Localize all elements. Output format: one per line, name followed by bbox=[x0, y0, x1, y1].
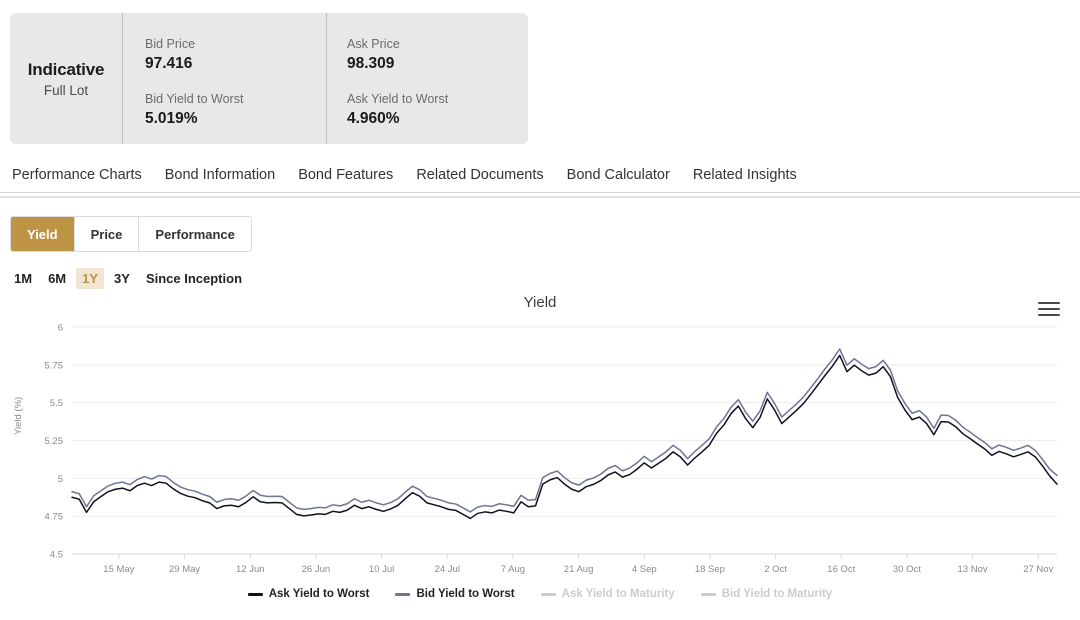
period-6m[interactable]: 6M bbox=[42, 268, 72, 289]
legend-item-bid-yield-to-worst[interactable]: Bid Yield to Worst bbox=[395, 588, 515, 600]
bid-ytw-label: Bid Yield to Worst bbox=[145, 92, 244, 107]
x-axis-tick-label: 12 Jun bbox=[236, 564, 265, 575]
x-axis-tick-label: 13 Nov bbox=[958, 564, 988, 575]
y-axis-tick-label: 5 bbox=[58, 474, 63, 485]
legend-label: Ask Yield to Maturity bbox=[561, 588, 675, 600]
legend-swatch-line-icon bbox=[395, 592, 411, 596]
quote-label-main: Indicative bbox=[27, 59, 105, 79]
ask-price-label: Ask Price bbox=[347, 37, 400, 51]
nav-tab-related-documents[interactable]: Related Documents bbox=[416, 167, 543, 183]
series-line-bid-yield-to-worst bbox=[71, 348, 1058, 513]
nav-tab-performance-charts[interactable]: Performance Charts bbox=[12, 167, 142, 183]
chart-mode-performance[interactable]: Performance bbox=[139, 217, 251, 251]
x-axis-tick-label: 21 Aug bbox=[564, 564, 594, 575]
quote-label-sub: Full Lot bbox=[43, 82, 89, 98]
chart-legend: Ask Yield to Worst Bid Yield to Worst Ask … bbox=[0, 588, 1080, 600]
period-since-inception[interactable]: Since Inception bbox=[140, 268, 248, 289]
y-axis-tick-label: 5.5 bbox=[50, 398, 63, 409]
y-axis-tick-label: 6 bbox=[58, 323, 63, 334]
x-axis-tick-label: 30 Oct bbox=[893, 564, 921, 575]
legend-swatch-line-icon bbox=[247, 592, 263, 596]
chart-plot-area[interactable]: 4.5 4.75 5 5.25 5.5 5.75 6 15 May 29 May 12 Jun 26… bbox=[0, 290, 1080, 590]
chart-mode-price[interactable]: Price bbox=[74, 217, 140, 251]
ask-ytw-value: 4.960% bbox=[347, 110, 400, 128]
legend-item-bid-yield-to-maturity[interactable]: Bid Yield to Maturity bbox=[700, 588, 833, 600]
legend-swatch-line-icon bbox=[700, 592, 716, 596]
bid-ytw-value: 5.019% bbox=[145, 110, 198, 128]
bid-ytw-item: Bid Yield to Worst 5.019% bbox=[145, 90, 326, 128]
x-axis-tick-label: 27 Nov bbox=[1023, 564, 1053, 575]
chart-mode-segmented-control: Yield Price Performance bbox=[10, 216, 252, 252]
x-axis-tick-label: 29 May bbox=[169, 564, 200, 575]
legend-label: Bid Yield to Worst bbox=[416, 588, 515, 600]
series-line-ask-yield-to-worst bbox=[71, 354, 1058, 520]
period-range-selector: 1M 6M 1Y 3Y Since Inception bbox=[8, 267, 252, 289]
x-axis-tick-label: 16 Oct bbox=[827, 564, 855, 575]
quote-panel-label: Indicative Full Lot bbox=[10, 13, 122, 144]
x-axis-tick-label: 2 Oct bbox=[764, 564, 787, 575]
period-1y[interactable]: 1Y bbox=[76, 267, 105, 289]
legend-item-ask-yield-to-worst[interactable]: Ask Yield to Worst bbox=[247, 588, 370, 600]
period-1m[interactable]: 1M bbox=[8, 268, 38, 289]
x-axis-tick-label: 4 Sep bbox=[632, 564, 657, 575]
bond-detail-page: Indicative Full Lot Bid Price 97.416 Bid… bbox=[0, 0, 1080, 620]
x-axis-tick-label: 18 Sep bbox=[695, 564, 725, 575]
x-axis-tick-label: 15 May bbox=[103, 564, 134, 575]
legend-label: Ask Yield to Worst bbox=[268, 588, 370, 600]
y-axis-tick-label: 4.75 bbox=[45, 512, 64, 523]
ask-ytw-label: Ask Yield to Worst bbox=[347, 92, 449, 107]
x-axis-tick-label: 24 Jul bbox=[435, 564, 460, 575]
x-axis-tick-label: 26 Jun bbox=[302, 564, 331, 575]
y-axis-tick-label: 5.75 bbox=[45, 360, 64, 371]
ask-price-item: Ask Price 98.309 bbox=[347, 35, 528, 73]
ask-price-value: 98.309 bbox=[347, 55, 395, 73]
bid-price-item: Bid Price 97.416 bbox=[145, 35, 326, 73]
nav-divider-top bbox=[0, 192, 1080, 193]
bid-price-value: 97.416 bbox=[145, 55, 193, 73]
bid-quote-column: Bid Price 97.416 Bid Yield to Worst 5.01… bbox=[122, 13, 326, 144]
indicative-quote-panel: Indicative Full Lot Bid Price 97.416 Bid… bbox=[10, 13, 528, 144]
nav-tab-bond-features[interactable]: Bond Features bbox=[298, 167, 393, 183]
x-axis-tick-label: 10 Jul bbox=[369, 564, 394, 575]
nav-tab-bond-calculator[interactable]: Bond Calculator bbox=[567, 167, 670, 183]
ask-quote-column: Ask Price 98.309 Ask Yield to Worst 4.96… bbox=[326, 13, 528, 144]
y-axis-tick-label: 4.5 bbox=[50, 550, 63, 561]
period-3y[interactable]: 3Y bbox=[108, 268, 136, 289]
nav-tab-bond-information[interactable]: Bond Information bbox=[165, 167, 275, 183]
bid-price-label: Bid Price bbox=[145, 37, 196, 51]
chart-mode-yield[interactable]: Yield bbox=[11, 217, 75, 251]
legend-label: Bid Yield to Maturity bbox=[721, 588, 833, 600]
yield-chart-container: Yield Yield (%) 4.5 4.75 5 5.25 5.5 5.75 6 15 M… bbox=[0, 290, 1080, 620]
legend-swatch-line-icon bbox=[540, 592, 556, 596]
y-axis-tick-label: 5.25 bbox=[45, 436, 64, 447]
ask-ytw-item: Ask Yield to Worst 4.960% bbox=[347, 90, 528, 128]
nav-tab-related-insights[interactable]: Related Insights bbox=[693, 167, 797, 183]
x-axis-tick-label: 7 Aug bbox=[501, 564, 525, 575]
legend-item-ask-yield-to-maturity[interactable]: Ask Yield to Maturity bbox=[540, 588, 675, 600]
nav-divider-bottom bbox=[0, 196, 1080, 198]
main-nav-tabs: Performance Charts Bond Information Bond F… bbox=[0, 160, 1080, 190]
